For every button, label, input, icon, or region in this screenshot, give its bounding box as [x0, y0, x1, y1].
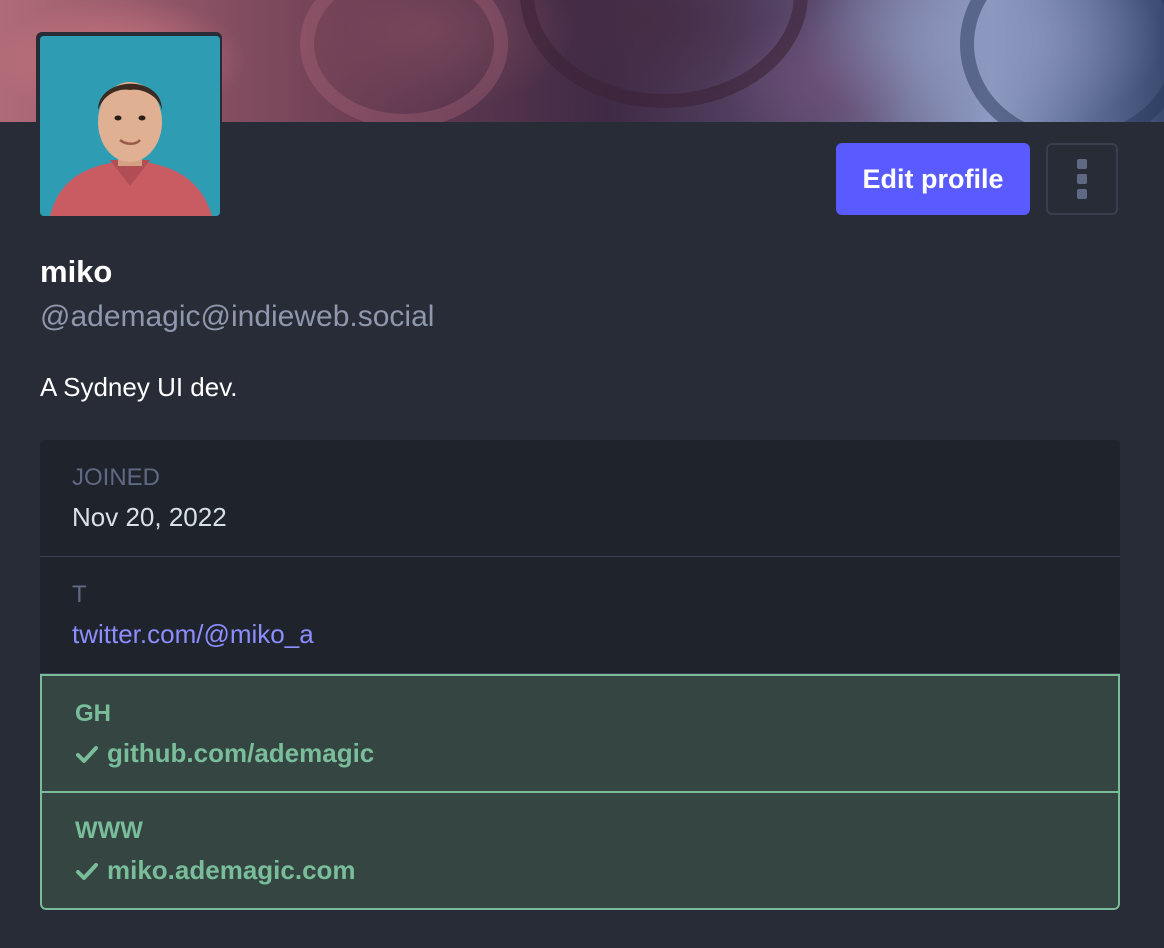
- website-link-row: miko.ademagic.com: [75, 855, 1086, 886]
- field-twitter: T twitter.com/@miko_a: [40, 557, 1120, 674]
- field-label: GH: [75, 700, 111, 727]
- edit-profile-button[interactable]: Edit profile: [836, 143, 1030, 215]
- field-joined: JOINED Nov 20, 2022: [40, 440, 1120, 557]
- field-value: Nov 20, 2022: [72, 502, 227, 532]
- field-github-verified: GH github.com/ademagic: [40, 674, 1120, 791]
- account-handle: @ademagic@indieweb.social: [40, 300, 435, 333]
- more-options-button[interactable]: [1046, 143, 1118, 215]
- check-icon: [76, 862, 98, 880]
- field-label: T: [72, 581, 87, 608]
- field-website-verified: WWW miko.ademagic.com: [40, 791, 1120, 910]
- github-link-row: github.com/ademagic: [75, 738, 1086, 769]
- avatar[interactable]: [40, 36, 220, 216]
- more-vertical-icon: [1077, 159, 1087, 169]
- website-link[interactable]: miko.ademagic.com: [107, 855, 356, 886]
- profile-fields: JOINED Nov 20, 2022 T twitter.com/@miko_…: [40, 440, 1120, 910]
- profile-bio: A Sydney UI dev.: [40, 372, 238, 402]
- field-label: WWW: [75, 817, 143, 844]
- check-icon: [76, 745, 98, 763]
- twitter-link[interactable]: twitter.com/@miko_a: [72, 619, 1088, 650]
- github-link[interactable]: github.com/ademagic: [107, 738, 374, 769]
- display-name: miko: [40, 254, 113, 289]
- field-label: JOINED: [72, 464, 161, 491]
